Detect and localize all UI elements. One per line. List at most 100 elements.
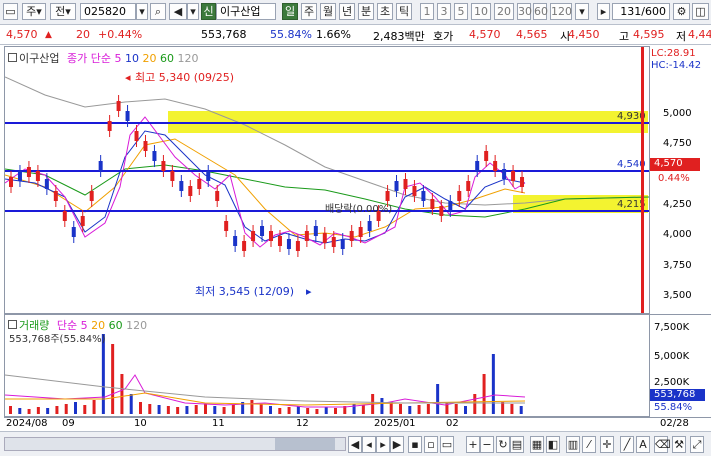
eraser-icon[interactable]: ⌫ [654,436,671,453]
volume-bar [287,407,291,414]
candle-body [179,181,184,191]
legend-ma10: 10 [124,52,139,65]
legend-box-icon[interactable] [8,53,17,62]
period-week-button[interactable]: 주 [301,3,317,20]
draw-line-icon[interactable]: ╱ [620,436,634,453]
period-month-button[interactable]: 월 [320,3,336,20]
scroll-forward-button[interactable]: ▸ [376,436,390,453]
volume-bar [83,405,87,414]
volume-bar [55,406,59,414]
volume-bar [259,404,263,414]
volume-bar [315,409,319,414]
volume-summary: 553,768주(55.84%) [9,334,106,345]
period-minute-button[interactable]: 분 [358,3,374,20]
volume-chart-panel[interactable]: 거래량 단순 5 20 60 120 553,768주(55.84%) [4,314,650,417]
candle-body [322,233,327,243]
candle-body [80,216,85,226]
zoom-reset-button[interactable]: ▭ [440,436,454,453]
interval-120-button[interactable]: 120 [550,3,572,20]
interval-10-button[interactable]: 10 [471,3,491,20]
volume-bar [250,400,254,414]
refresh-icon[interactable]: ↻ [496,436,510,453]
interval-dropdown-icon[interactable]: ▾ [575,3,589,20]
candle-body [44,179,49,189]
market-type-select[interactable]: 주▾ [22,3,46,20]
period-type-select[interactable]: 전▾ [50,3,76,20]
interval-20-button[interactable]: 20 [494,3,514,20]
bottom-toolbar: ◀ ◂ ▸ ▶ ▪ ▫ ▭ + − ↻ ▤ ▦ ◧ ▥ ⁄ ✛ ╱ A ⌫ ⚒ … [0,431,711,456]
legend-ma20: 20 [142,52,157,65]
volume-bar [510,404,514,414]
volume-bar [278,408,282,414]
candle-body [394,181,399,191]
candle-body [206,171,211,181]
legend-ma60: 60 [159,52,174,65]
tool-settings-icon[interactable]: ⚒ [672,436,686,453]
candle-body [466,181,471,191]
remove-indicator-button[interactable]: − [480,436,494,453]
bar-chart-icon[interactable]: ▥ [566,436,580,453]
scrollbar-thumb[interactable] [275,438,335,450]
scroll-start-button[interactable]: ◀ [348,436,362,453]
indicator-icon[interactable]: ◧ [546,436,560,453]
low-price: 4,445 [688,28,711,41]
price-chart-panel[interactable]: ◂ 최고 5,340 (09/25) 최저 3,545 (12/09) ▸ 배당… [4,46,650,314]
volume-bar [324,407,328,414]
chart-settings-icon[interactable]: ▭ [3,3,18,20]
volume-bar [491,354,495,414]
line-chart-icon[interactable]: ⁄ [582,436,596,453]
horizontal-scrollbar[interactable] [4,437,346,451]
candle-body [53,191,58,201]
candle-body [439,206,444,216]
candle-body [161,161,166,171]
stock-code-input[interactable]: 025820 [80,3,136,20]
volume-bar [18,408,22,414]
layout-icon[interactable]: ▤ [510,436,524,453]
period-tick-button[interactable]: 틱 [396,3,412,20]
date-label-12: 12 [296,418,309,429]
stock-code-dropdown-icon[interactable]: ▾ [136,3,148,20]
candle-body [251,231,256,241]
settings-gear-icon[interactable]: ⚙ [673,3,690,20]
interval-arrow-icon[interactable]: ▸ [597,3,610,20]
volume-bar [473,394,477,414]
interval-60-button[interactable]: 60 [533,3,548,20]
grid-icon[interactable]: ▦ [530,436,544,453]
y-axis-panel[interactable]: LC:28.91 HC:-14.42 5,000 4,750 4,570 0.4… [650,46,711,417]
volume-tag: 553,768 [650,389,705,401]
scroll-end-button[interactable]: ▶ [390,436,404,453]
period-second-button[interactable]: 초 [377,3,393,20]
interval-30-button[interactable]: 30 [517,3,532,20]
candle-body [188,186,193,196]
scroll-back-button[interactable]: ◂ [362,436,376,453]
interval-5-button[interactable]: 5 [454,3,468,20]
crosshair-icon[interactable]: ✛ [600,436,614,453]
candle-body [107,121,112,131]
stock-name-field[interactable]: 이구산업 [216,3,276,20]
volume-bar [157,405,161,414]
interval-3-button[interactable]: 3 [437,3,451,20]
price-chart-canvas[interactable]: ◂ 최고 5,340 (09/25) 최저 3,545 (12/09) ▸ 배당… [5,47,649,313]
volume-bar [204,404,207,414]
volume-bar [436,384,440,414]
vol-legend-box-icon[interactable] [8,320,17,329]
sound-dropdown-icon[interactable]: ▾ [187,3,199,20]
bid-price: 4,565 [516,28,548,41]
volume-bar [380,398,384,414]
period-year-button[interactable]: 년 [339,3,355,20]
add-indicator-button[interactable]: + [466,436,480,453]
candle-body [152,151,157,161]
text-tool-icon[interactable]: A [636,436,650,453]
zoom-in-button[interactable]: ▪ [408,436,422,453]
zoom-out-button[interactable]: ▫ [424,436,438,453]
search-icon[interactable]: ⌕ [150,3,166,20]
candle-body [349,231,354,241]
price-legend: 이구산업 종가 단순 5 10 20 60 120 [8,50,198,66]
interval-1-button[interactable]: 1 [420,3,434,20]
fullscreen-icon[interactable]: ⤢ [690,436,704,453]
high-arrow-icon: ◂ [125,71,131,84]
sound-icon[interactable]: ◀ [169,3,187,20]
low-label: 저 [676,30,687,43]
period-day-button[interactable]: 일 [282,3,298,20]
chart-tool-icon[interactable]: ◫ [692,3,709,20]
